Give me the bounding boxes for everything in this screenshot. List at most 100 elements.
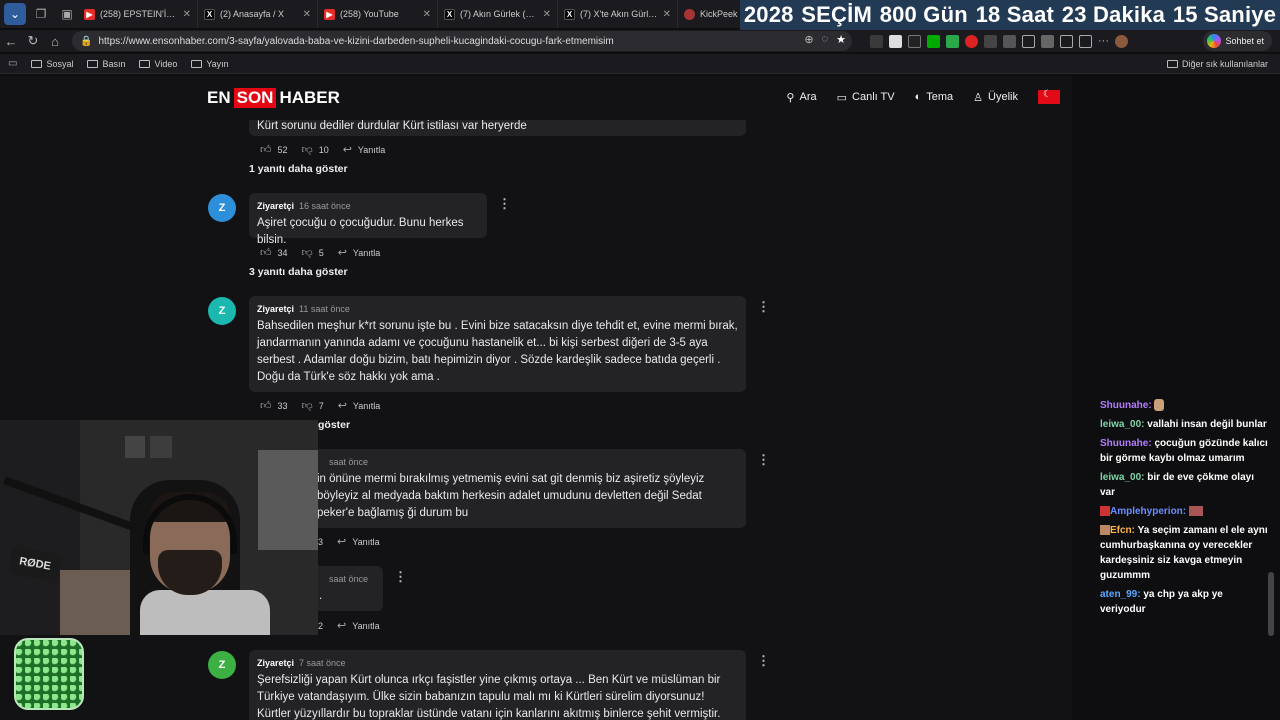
nav-member[interactable]: ♙ Üyelik: [973, 91, 1018, 104]
bookmarks-bar: ▭ Sosyal Basın Video Yayın Diğer sık kul…: [0, 54, 1280, 74]
reload-icon[interactable]: ↻: [22, 33, 44, 49]
countdown-seconds: 15 Saniye: [1172, 2, 1277, 27]
reply-icon: ↩: [337, 400, 347, 412]
extension-icon[interactable]: [946, 34, 959, 48]
copilot-icon: [1207, 34, 1222, 48]
thumbs-up-icon: 👍︎: [260, 400, 272, 412]
comment-menu-icon[interactable]: ⋮: [757, 299, 770, 315]
workspaces-icon[interactable]: ❐: [30, 3, 52, 25]
stream-chat-overlay: Shuunahe: leiwa_00: vallahi insan değil …: [1100, 398, 1270, 621]
emote-icon: [1188, 506, 1203, 517]
bookmark-folder-sosyal[interactable]: Sosyal: [31, 59, 73, 69]
close-tab-icon[interactable]: ✕: [183, 9, 191, 20]
kickpeek-icon: [684, 8, 695, 20]
comment-text: Şerefsizliği yapan Kürt olunca ırkçı faş…: [257, 674, 721, 720]
comment-menu-icon[interactable]: ⋮: [498, 196, 511, 212]
comment-menu-icon[interactable]: ⋮: [394, 569, 407, 585]
more-menu-icon[interactable]: ···: [1098, 35, 1109, 48]
bookmark-folder-yayin[interactable]: Yayın: [191, 59, 229, 69]
copilot-chat-button[interactable]: Sohbet et: [1203, 31, 1272, 51]
reply-button[interactable]: ↩ Yanıtla: [338, 399, 381, 412]
comment-text: Bahsedilen meşhur k*rt sorunu işte bu . …: [257, 320, 738, 383]
comment-actions: 👍︎ 52 👎︎ 10 ↩ Yanıtla: [260, 143, 385, 156]
youtube-icon: ▶: [84, 8, 95, 20]
countdown-minutes: 23 Dakika: [1061, 2, 1166, 27]
collections-icon[interactable]: [1079, 34, 1092, 48]
comment-bubble: saat önce in önüne mermi bırakılmış yetm…: [249, 449, 746, 528]
comment-menu-icon[interactable]: ⋮: [757, 653, 770, 669]
tab-4[interactable]: X(7) X'te Akın Gürlek: "#✕: [558, 0, 678, 28]
like-button[interactable]: 👍︎ 34: [260, 246, 288, 259]
zoom-icon[interactable]: ⊕: [804, 33, 813, 46]
tab-actions-icon[interactable]: ▣: [56, 3, 78, 25]
extension-icon[interactable]: [1003, 34, 1016, 48]
streamer-webcam: RØDE: [0, 420, 318, 635]
dislike-button[interactable]: 👎︎ 10: [302, 143, 329, 156]
thumbs-down-icon: 👎︎: [301, 400, 313, 412]
reply-icon: ↩: [337, 620, 347, 632]
nav-search[interactable]: ⚲ Ara: [786, 91, 816, 104]
reply-button[interactable]: ↩ Yanıtla: [337, 619, 380, 632]
url-field[interactable]: 🔒 https://www.ensonhaber.com/3-sayfa/yal…: [72, 31, 852, 51]
close-tab-icon[interactable]: ✕: [423, 9, 431, 20]
tab-list-chevron-icon[interactable]: ⌄: [4, 3, 26, 25]
tab-2[interactable]: ▶ (258) YouTube ✕: [318, 0, 438, 28]
close-tab-icon[interactable]: ✕: [663, 9, 671, 20]
comment-author: Ziyaretçi: [257, 658, 295, 668]
comment-time: 7 saat önce: [299, 658, 346, 668]
folder-icon: [87, 59, 99, 68]
reply-button[interactable]: ↩ Yanıtla: [337, 535, 380, 548]
tv-icon: ▭: [836, 91, 848, 104]
youtube-icon: ▶: [324, 8, 335, 20]
comment-time: saat önce: [329, 574, 369, 584]
comment-time: 11 saat önce: [299, 304, 350, 314]
extension-icon[interactable]: [984, 34, 997, 48]
close-tab-icon[interactable]: ✕: [303, 9, 311, 20]
reading-list-icon[interactable]: ▭: [8, 58, 17, 69]
extension-icon[interactable]: [965, 34, 978, 48]
chat-message: Shuunahe: çocuğun gözünde kalıcı bir gör…: [1100, 438, 1268, 464]
chat-scrollbar[interactable]: [1268, 572, 1274, 636]
favorites-icon[interactable]: [1060, 34, 1073, 48]
extension-icon[interactable]: [870, 34, 883, 48]
profile-avatar[interactable]: [1115, 34, 1128, 48]
thumbs-down-icon: 👎︎: [301, 247, 313, 259]
bookmark-folder-video[interactable]: Video: [139, 59, 177, 69]
show-more-replies[interactable]: 3 yanıtı daha göster: [249, 266, 348, 278]
stream-emote-overlay: [14, 638, 84, 710]
site-logo[interactable]: EN SON HABER: [207, 88, 340, 108]
favorite-star-icon[interactable]: ★: [836, 33, 846, 46]
extension-icon[interactable]: [889, 34, 902, 48]
back-icon[interactable]: ←: [0, 34, 22, 49]
nav-theme[interactable]: ◐ Tema: [915, 91, 954, 103]
tab-1[interactable]: X (2) Anasayfa / X ✕: [198, 0, 318, 28]
reply-button[interactable]: ↩ Yanıtla: [343, 143, 386, 156]
countdown-year: 2028: [743, 2, 794, 27]
like-button[interactable]: 👍︎ 33: [260, 399, 288, 412]
show-more-replies[interactable]: 1 yanıtı daha göster: [249, 163, 348, 175]
tab-0[interactable]: ▶(258) EPSTEIN'İN ARKA✕: [78, 0, 198, 28]
home-icon[interactable]: ⌂: [44, 34, 66, 49]
reader-icon[interactable]: ◌: [822, 33, 829, 46]
dislike-button[interactable]: 👎︎ 7: [302, 399, 324, 412]
nav-live-tv[interactable]: ▭ Canlı TV: [837, 91, 895, 104]
bookmark-folder-basin[interactable]: Basın: [87, 59, 125, 69]
chat-message: Amplehyperion:: [1100, 504, 1270, 519]
close-tab-icon[interactable]: ✕: [543, 9, 551, 20]
tab-3[interactable]: X(7) Akın Gürlek (@abak✕: [438, 0, 558, 28]
other-favorites[interactable]: Diğer sık kullanılanlar: [1166, 59, 1268, 69]
reply-icon: ↩: [342, 144, 352, 156]
dislike-button[interactable]: 👎︎ 5: [302, 246, 324, 259]
comment-menu-icon[interactable]: ⋮: [757, 452, 770, 468]
reply-button[interactable]: ↩ Yanıtla: [338, 246, 381, 259]
show-more-replies[interactable]: göster: [318, 419, 350, 431]
extensions-puzzle-icon[interactable]: [1041, 34, 1054, 48]
split-screen-icon[interactable]: [1022, 34, 1035, 48]
chat-message: Efcn: Ya seçim zamanı el ele aynı cumhur…: [1100, 525, 1268, 581]
extension-icon[interactable]: [908, 34, 921, 48]
badge-icon: [1100, 525, 1110, 536]
extension-icon[interactable]: [927, 34, 940, 48]
x-icon: X: [564, 8, 575, 20]
folder-icon: [1166, 59, 1178, 68]
like-button[interactable]: 👍︎ 52: [260, 143, 288, 156]
